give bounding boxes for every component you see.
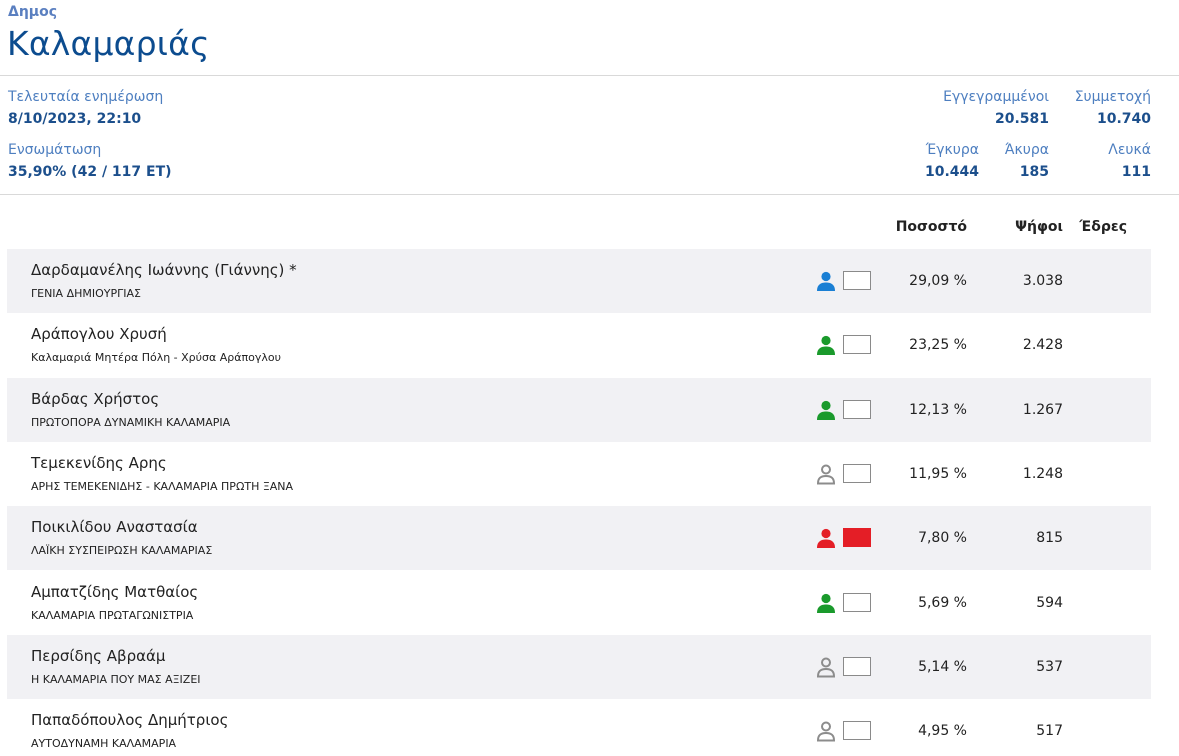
candidate-percent: 12,13 % [909, 402, 967, 418]
table-row[interactable]: Δαρδαμανέλης Ιωάννης (Γιάννης) * ΓΕΝΙΑ ΔΗ… [7, 249, 1151, 313]
candidate-percent: 11,95 % [909, 466, 967, 482]
status-box [843, 657, 871, 676]
column-header-seats[interactable]: Έδρες [1079, 219, 1127, 235]
candidate-party: ΛΑΪΚΗ ΣΥΣΠΕΙΡΩΣΗ ΚΑΛΑΜΑΡΙΑΣ [31, 544, 213, 557]
table-row[interactable]: Αμπατζίδης Ματθαίος ΚΑΛΑΜΑΡΙΑ ΠΡΩΤΑΓΩΝΙΣΤ… [7, 571, 1151, 635]
table-row[interactable]: Αράπογλου Χρυσή Καλαμαριά Μητέρα Πόλη - Χ… [7, 313, 1151, 377]
candidate-votes: 517 [1036, 723, 1063, 739]
candidate-party: ΠΡΩΤΟΠΟΡΑ ΔΥΝΑΜΙΚΗ ΚΑΛΑΜΑΡΙΑ [31, 416, 231, 429]
candidate-name: Περσίδης Αβραάμ [31, 647, 166, 665]
candidate-percent: 5,69 % [918, 595, 967, 611]
person-icon [817, 593, 835, 613]
table-row[interactable]: Περσίδης Αβραάμ Η ΚΑΛΑΜΑΡΙΑ ΠΟΥ ΜΑΣ ΑΞΙΖΕ… [7, 635, 1151, 699]
table-row[interactable]: Ποικιλίδου Αναστασία ΛΑΪΚΗ ΣΥΣΠΕΙΡΩΣΗ ΚΑΛ… [7, 506, 1151, 570]
status-box [843, 528, 871, 547]
integration-value: 35,90% (42 / 117 ΕΤ) [8, 164, 172, 180]
candidate-name: Αμπατζίδης Ματθαίος [31, 583, 199, 601]
column-header-votes[interactable]: Ψήφοι [1015, 219, 1063, 235]
person-outline-icon [816, 721, 836, 742]
candidate-votes: 3.038 [1022, 273, 1063, 289]
status-box [843, 335, 871, 354]
valid-label: Έγκυρα [925, 142, 979, 158]
turnout-label: Συμμετοχή [1074, 89, 1151, 105]
status-box [843, 400, 871, 419]
page-header: Δημος Καλαμαριάς [0, 0, 1179, 76]
person-icon [817, 528, 835, 548]
registered-label: Εγγεγραμμένοι [943, 89, 1049, 105]
status-box [843, 271, 871, 290]
invalid-value: 185 [1019, 164, 1049, 180]
invalid-label: Άκυρα [1004, 142, 1049, 158]
person-outline-icon [816, 464, 836, 485]
integration-label: Ενσωμάτωση [8, 142, 102, 158]
status-box [843, 721, 871, 740]
page-title: Καλαμαριάς [7, 24, 210, 63]
candidate-votes: 1.267 [1022, 402, 1063, 418]
candidate-party: ΚΑΛΑΜΑΡΙΑ ΠΡΩΤΑΓΩΝΙΣΤΡΙΑ [31, 609, 194, 622]
person-icon [817, 400, 835, 420]
turnout-value: 10.740 [1096, 111, 1151, 127]
candidate-percent: 4,95 % [918, 723, 967, 739]
summary-stats: Τελευταία ενημέρωση 8/10/2023, 22:10 Ενσ… [0, 77, 1179, 195]
registered-value: 20.581 [994, 111, 1049, 127]
blank-label: Λευκά [1108, 142, 1151, 158]
candidate-party: ΑΡΗΣ ΤΕΜΕΚΕΝΙΔΗΣ - ΚΑΛΑΜΑΡΙΑ ΠΡΩΤΗ ΞΑΝΑ [31, 480, 294, 493]
candidate-percent: 23,25 % [909, 337, 967, 353]
candidate-percent: 7,80 % [918, 530, 967, 546]
candidate-party: Η ΚΑΛΑΜΑΡΙΑ ΠΟΥ ΜΑΣ ΑΞΙΖΕΙ [31, 673, 201, 686]
candidate-percent: 5,14 % [918, 659, 967, 675]
candidate-name: Δαρδαμανέλης Ιωάννης (Γιάννης) * [31, 261, 297, 279]
column-header-percent[interactable]: Ποσοστό [896, 219, 967, 235]
candidate-votes: 594 [1036, 595, 1063, 611]
status-box [843, 593, 871, 612]
candidate-party: ΑΥΤΟΔΥΝΑΜΗ ΚΑΛΑΜΑΡΙΑ [31, 737, 177, 750]
candidate-name: Παπαδόπουλος Δημήτριος [31, 711, 229, 729]
municipality-category: Δημος [8, 4, 58, 20]
table-row[interactable]: Παπαδόπουλος Δημήτριος ΑΥΤΟΔΥΝΑΜΗ ΚΑΛΑΜΑΡ… [7, 699, 1151, 756]
status-box [843, 464, 871, 483]
candidate-percent: 29,09 % [909, 273, 967, 289]
candidate-name: Τεμεκενίδης Αρης [31, 454, 167, 472]
candidate-party: ΓΕΝΙΑ ΔΗΜΙΟΥΡΓΙΑΣ [31, 287, 141, 300]
valid-value: 10.444 [924, 164, 979, 180]
person-outline-icon [816, 657, 836, 678]
blank-value: 111 [1121, 164, 1151, 180]
candidate-votes: 1.248 [1022, 466, 1063, 482]
candidate-party: Καλαμαριά Μητέρα Πόλη - Χρύσα Αράπογλου [31, 351, 281, 364]
last-update-label: Τελευταία ενημέρωση [8, 89, 164, 105]
candidate-votes: 537 [1036, 659, 1063, 675]
candidate-name: Ποικιλίδου Αναστασία [31, 518, 198, 536]
table-row[interactable]: Τεμεκενίδης Αρης ΑΡΗΣ ΤΕΜΕΚΕΝΙΔΗΣ - ΚΑΛΑΜ… [7, 442, 1151, 506]
person-icon [817, 271, 835, 291]
table-row[interactable]: Βάρδας Χρήστος ΠΡΩΤΟΠΟΡΑ ΔΥΝΑΜΙΚΗ ΚΑΛΑΜΑΡ… [7, 378, 1151, 442]
last-update-value: 8/10/2023, 22:10 [8, 111, 142, 127]
candidate-name: Αράπογλου Χρυσή [31, 325, 167, 343]
candidate-name: Βάρδας Χρήστος [31, 390, 160, 408]
candidate-votes: 2.428 [1022, 337, 1063, 353]
candidate-votes: 815 [1036, 530, 1063, 546]
person-icon [817, 335, 835, 355]
